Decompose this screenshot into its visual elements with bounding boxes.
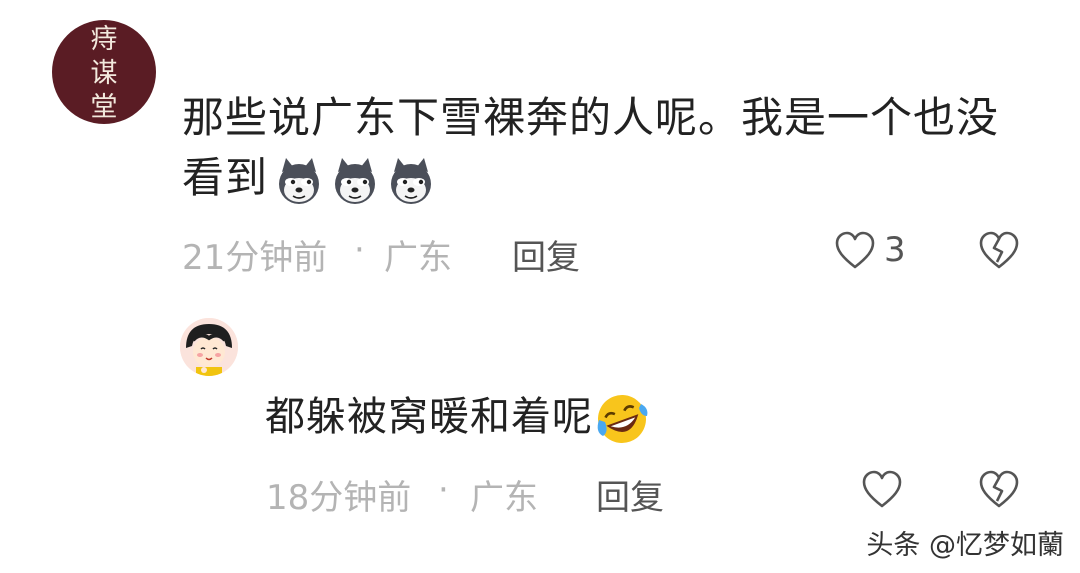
dislike-icon[interactable] [978, 470, 1020, 510]
emoji-group [274, 156, 436, 206]
meta-separator: · [354, 230, 365, 270]
avatar[interactable]: 痔 谋 堂 [52, 20, 156, 124]
reply-button[interactable]: 回复 [596, 470, 664, 519]
avatar[interactable] [180, 318, 238, 376]
avatar-seal-char: 堂 [90, 92, 118, 123]
comment-body: 都躲被窝暖和着呢 [265, 394, 593, 440]
doge-emoji [391, 157, 432, 204]
comment-text: 都躲被窝暖和着呢 [265, 388, 649, 446]
comment-location: 广东 [384, 238, 452, 278]
dislike-icon[interactable] [978, 231, 1020, 271]
heart-icon[interactable] [861, 470, 903, 510]
comment-text: 那些说广东下雪裸奔的人呢。我是一个也没看到 [182, 88, 1022, 208]
meta-separator: · [438, 470, 449, 510]
cartoon-girl-avatar [180, 318, 238, 376]
comment-time: 18分钟前 [266, 478, 412, 518]
watermark: 头条 @忆梦如蘭 [866, 530, 1064, 561]
reply-button[interactable]: 回复 [512, 230, 580, 279]
comment-time: 21分钟前 [182, 238, 328, 278]
avatar-seal-char: 痔 [90, 24, 118, 55]
laughing-tears-emoji [597, 395, 648, 443]
doge-emoji [279, 157, 320, 204]
doge-emoji [335, 157, 376, 204]
avatar-seal-char: 谋 [90, 58, 118, 89]
like-count: 3 [884, 230, 906, 270]
heart-icon[interactable] [834, 231, 876, 271]
comment-location: 广东 [470, 478, 538, 518]
